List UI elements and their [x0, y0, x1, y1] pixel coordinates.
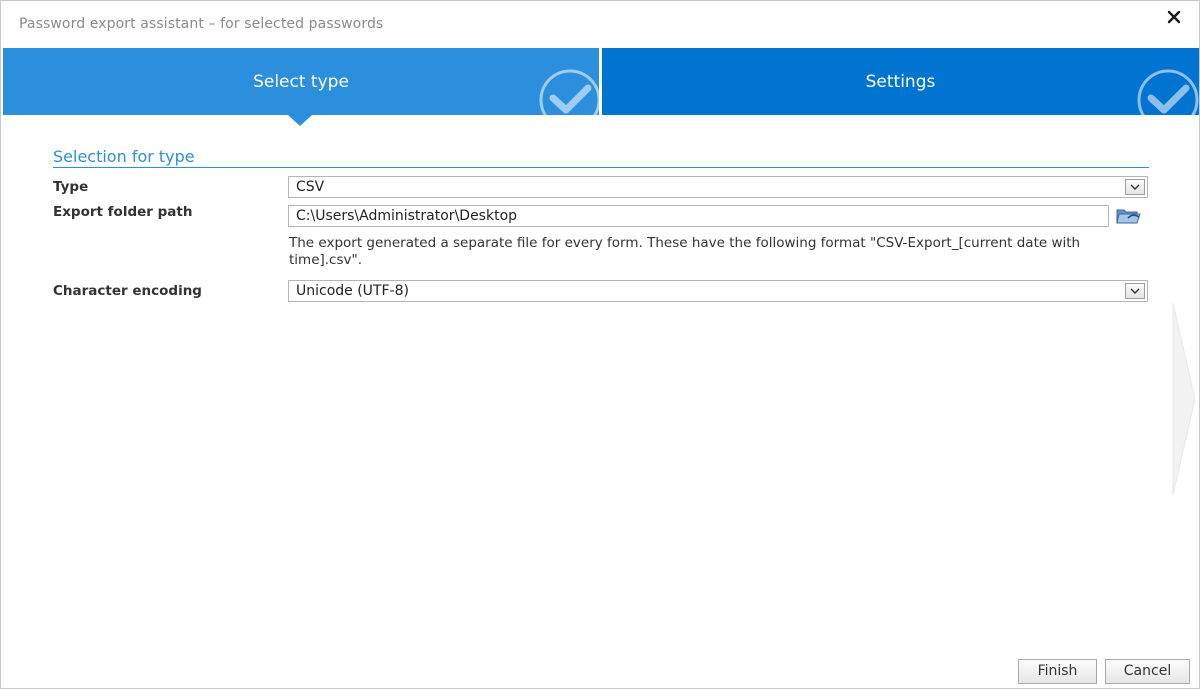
encoding-select-value: Unicode (UTF-8)	[296, 283, 409, 299]
finish-button[interactable]: Finish	[1018, 659, 1097, 684]
step-select-type-label: Select type	[253, 72, 349, 92]
close-icon	[1167, 10, 1181, 24]
export-assistant-dialog: Password export assistant – for selected…	[0, 0, 1200, 689]
browse-folder-button[interactable]	[1115, 205, 1143, 227]
export-folder-input[interactable]: C:\Users\Administrator\Desktop	[288, 205, 1109, 227]
chevron-down-icon	[1130, 288, 1140, 294]
type-label: Type	[53, 179, 89, 195]
close-button[interactable]	[1161, 6, 1187, 28]
title-bar: Password export assistant – for selected…	[1, 1, 1199, 47]
section-divider	[53, 167, 1149, 168]
wizard-steps: Select type Settings	[3, 48, 1199, 115]
encoding-dropdown-button[interactable]	[1125, 283, 1145, 299]
cancel-button[interactable]: Cancel	[1105, 659, 1190, 684]
type-dropdown-button[interactable]	[1125, 179, 1145, 195]
encoding-label: Character encoding	[53, 283, 202, 299]
check-circle-icon	[1137, 69, 1199, 115]
step-select-type[interactable]: Select type	[3, 48, 599, 115]
window-title: Password export assistant – for selected…	[19, 16, 384, 32]
chevron-down-icon	[1130, 184, 1140, 190]
export-folder-label: Export folder path	[53, 204, 193, 220]
check-circle-icon	[539, 69, 599, 115]
next-arrow-icon[interactable]	[1171, 301, 1197, 497]
encoding-select[interactable]: Unicode (UTF-8)	[288, 280, 1148, 302]
step-settings[interactable]: Settings	[602, 48, 1199, 115]
export-folder-value: C:\Users\Administrator\Desktop	[296, 208, 518, 224]
folder-icon	[1116, 209, 1141, 224]
export-folder-hint: The export generated a separate file for…	[289, 235, 1081, 268]
active-step-pointer	[288, 115, 312, 126]
step-settings-label: Settings	[865, 72, 936, 92]
type-select[interactable]: CSV	[288, 176, 1148, 198]
section-title: Selection for type	[53, 147, 195, 166]
type-select-value: CSV	[296, 179, 325, 195]
